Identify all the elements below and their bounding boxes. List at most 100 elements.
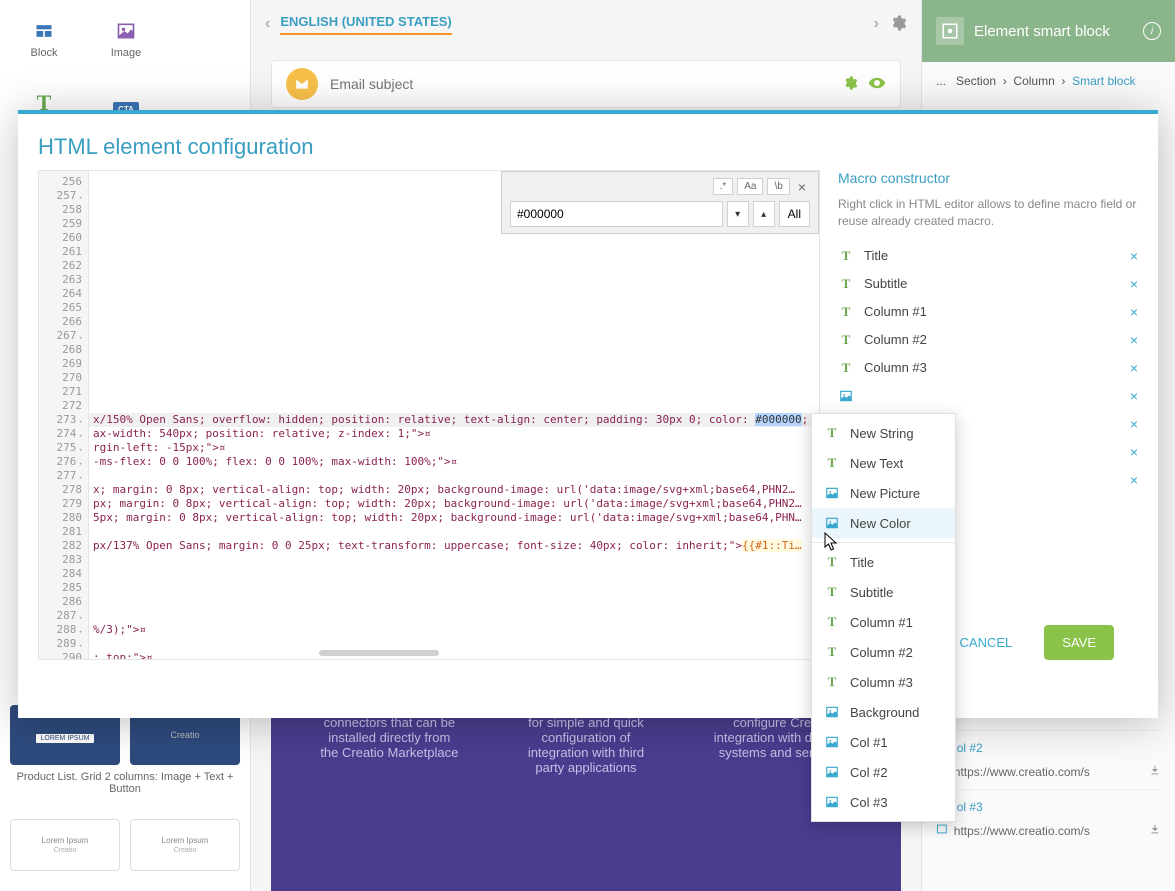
search-case-toggle[interactable]: Aa <box>737 178 763 195</box>
contextmenu-item[interactable]: Col #3 <box>812 787 955 817</box>
language-next-icon[interactable]: › <box>874 15 879 33</box>
contextmenu-item[interactable]: TColumn #3 <box>812 667 955 697</box>
text-icon: T <box>824 554 840 570</box>
line-gutter: 2562572582592602612622632642652662672682… <box>39 171 89 659</box>
code-editor[interactable]: 2562572582592602612622632642652662672682… <box>38 170 820 660</box>
contextmenu-item-label: Col #1 <box>850 735 888 750</box>
search-wholeword-toggle[interactable]: \b <box>767 178 789 195</box>
picture-icon <box>824 734 840 750</box>
text-icon: T <box>838 332 854 348</box>
contextmenu-item[interactable]: TNew Text <box>812 448 955 478</box>
text-icon: T <box>824 455 840 471</box>
smart-item[interactable]: ▸ Col #3 <box>936 789 1161 848</box>
macro-constructor-title: Macro constructor <box>838 170 1138 186</box>
text-icon: T <box>824 584 840 600</box>
modal-title: HTML element configuration <box>18 114 1158 170</box>
picture-icon <box>824 764 840 780</box>
contextmenu-item-label: Title <box>850 555 874 570</box>
download-icon[interactable] <box>1149 822 1161 836</box>
macro-item-label: Subtitle <box>864 276 907 291</box>
search-next-icon[interactable]: ▾ <box>727 201 749 227</box>
contextmenu-item[interactable]: New Picture <box>812 478 955 508</box>
contextmenu-item[interactable]: Background <box>812 697 955 727</box>
delete-icon[interactable]: × <box>1130 304 1138 320</box>
picture-icon <box>838 388 854 404</box>
html-config-modal: HTML element configuration 2562572582592… <box>18 110 1158 718</box>
picture-icon <box>824 704 840 720</box>
delete-icon[interactable]: × <box>1130 444 1138 460</box>
url-input[interactable] <box>954 765 1143 779</box>
language-prev-icon[interactable]: ‹ <box>265 15 270 33</box>
text-icon: T <box>838 360 854 376</box>
right-panel-title: Element smart block <box>974 23 1110 40</box>
delete-icon[interactable]: × <box>1130 332 1138 348</box>
search-regex-toggle[interactable]: .* <box>713 178 734 195</box>
macro-item-label: Column #1 <box>864 304 927 319</box>
delete-icon[interactable]: × <box>1130 360 1138 376</box>
contextmenu-item[interactable]: New Color <box>812 508 955 538</box>
delete-icon[interactable]: × <box>1130 472 1138 488</box>
search-prev-icon[interactable]: ▴ <box>753 201 775 227</box>
preview-eye-icon[interactable] <box>868 74 886 95</box>
search-input[interactable] <box>510 201 723 227</box>
contextmenu-item[interactable]: Col #2 <box>812 757 955 787</box>
macro-item-label: Title <box>864 248 888 263</box>
search-all-button[interactable]: All <box>779 201 810 227</box>
context-menu: TNew StringTNew Text New Picture New Color… <box>811 413 956 822</box>
macro-item[interactable]: T Column #2 × <box>838 326 1138 354</box>
breadcrumb[interactable]: ... Section › Column › Smart block <box>922 62 1175 100</box>
search-popup: .* Aa \b × ▾ ▴ All <box>501 171 819 234</box>
template-card[interactable]: Lorem IpsumCreatio <box>10 819 120 871</box>
url-input[interactable] <box>954 824 1143 838</box>
code-area[interactable]: x/150% Open Sans; overflow: hidden; posi… <box>89 171 819 659</box>
delete-icon[interactable]: × <box>1130 416 1138 432</box>
macro-item[interactable]: T Column #1 × <box>838 298 1138 326</box>
palette-image[interactable]: Image <box>90 8 162 70</box>
horizontal-scrollbar[interactable] <box>319 650 439 656</box>
picture-icon <box>824 485 840 501</box>
macro-item[interactable]: T Column #3 × <box>838 354 1138 382</box>
info-icon[interactable]: i <box>1143 22 1161 40</box>
contextmenu-item[interactable]: TColumn #2 <box>812 637 955 667</box>
menu-separator <box>812 542 955 543</box>
contextmenu-item-label: Background <box>850 705 919 720</box>
palette-block[interactable]: Block <box>8 8 80 70</box>
subject-gear-icon[interactable] <box>842 75 858 94</box>
mail-icon <box>286 68 318 100</box>
contextmenu-item[interactable]: TNew String <box>812 418 955 448</box>
contextmenu-item[interactable]: T Column #1 <box>812 607 955 637</box>
smart-item[interactable]: ▸ Col #2 <box>936 730 1161 789</box>
text-icon: T <box>838 276 854 292</box>
template-card[interactable]: Lorem IpsumCreatio <box>130 819 240 871</box>
download-icon[interactable] <box>1149 763 1161 777</box>
macro-item-label: Column #2 <box>864 332 927 347</box>
delete-icon[interactable]: × <box>1130 248 1138 264</box>
close-icon[interactable]: × <box>794 179 810 195</box>
contextmenu-item[interactable]: T Title <box>812 547 955 577</box>
picture-icon <box>824 515 840 531</box>
email-subject-input[interactable] <box>330 76 832 92</box>
template-caption: Product List. Grid 2 columns: Image + Te… <box>10 771 240 795</box>
language-tab[interactable]: ENGLISH (UNITED STATES) <box>280 14 451 35</box>
macro-constructor-description: Right click in HTML editor allows to def… <box>838 196 1138 230</box>
contextmenu-item-label: Col #3 <box>850 795 888 810</box>
contextmenu-item-label: Column #1 <box>850 615 913 630</box>
delete-icon[interactable]: × <box>1130 276 1138 292</box>
macro-item-label: Column #3 <box>864 360 927 375</box>
contextmenu-item[interactable]: Col #1 <box>812 727 955 757</box>
text-icon: T <box>824 614 840 630</box>
macro-item[interactable]: T Subtitle × <box>838 270 1138 298</box>
contextmenu-item-label: Col #2 <box>850 765 888 780</box>
macro-item[interactable]: × <box>838 382 1138 410</box>
delete-icon[interactable]: × <box>1130 388 1138 404</box>
save-button[interactable]: SAVE <box>1044 625 1114 660</box>
contextmenu-item-label: New Picture <box>850 486 920 501</box>
contextmenu-item-label: Subtitle <box>850 585 893 600</box>
contextmenu-item-label: New Color <box>850 516 911 531</box>
picture-icon <box>824 794 840 810</box>
smartblock-icon <box>936 17 964 45</box>
contextmenu-item[interactable]: T Subtitle <box>812 577 955 607</box>
macro-item[interactable]: TTitle× <box>838 242 1138 270</box>
gear-icon[interactable] <box>889 14 907 35</box>
text-icon: T <box>838 304 854 320</box>
